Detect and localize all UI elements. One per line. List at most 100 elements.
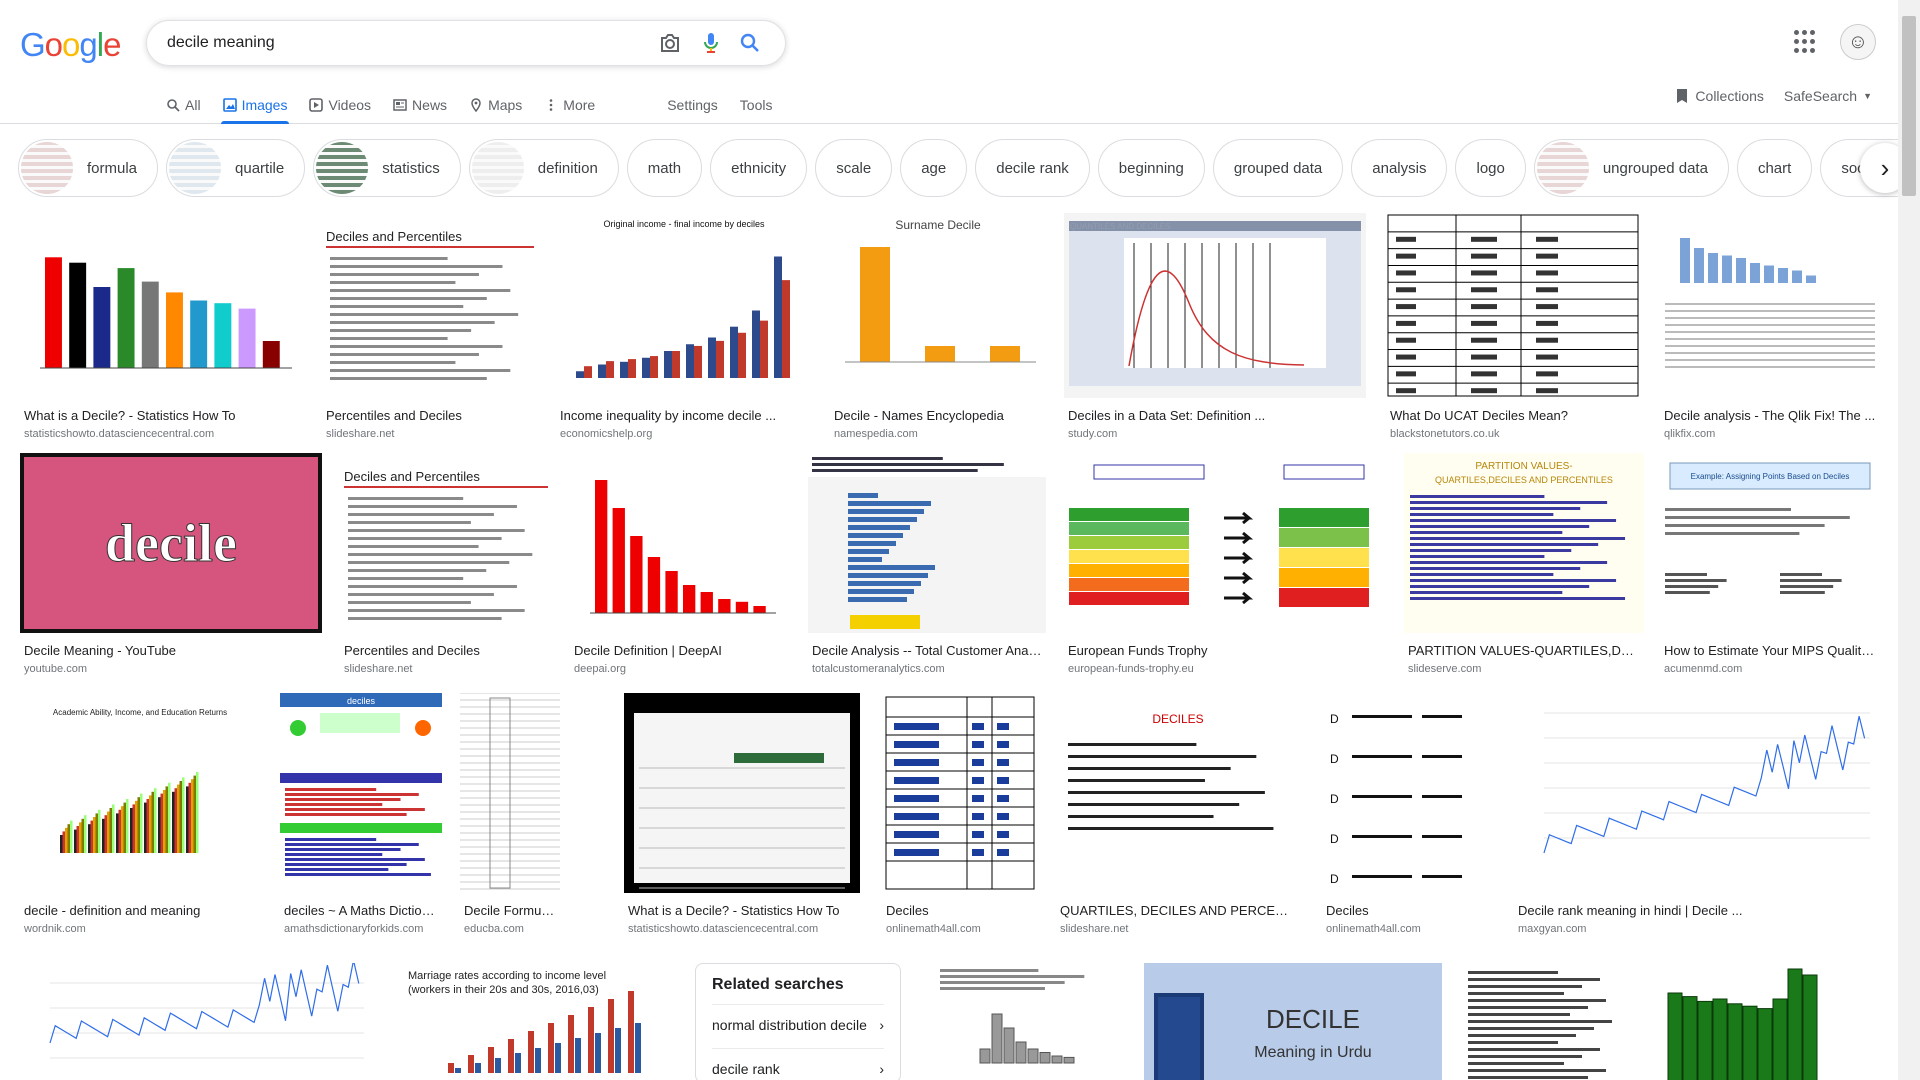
result-title[interactable]: Decile Definition | DeepAI xyxy=(574,643,782,658)
result-title[interactable]: How to Estimate Your MIPS Quality ... xyxy=(1664,643,1876,658)
image-result[interactable]: DECILE Meaning in Urdu xyxy=(1144,963,1442,1080)
tab-tools[interactable]: Tools xyxy=(740,86,773,124)
image-thumbnail[interactable] xyxy=(808,453,1046,633)
result-title[interactable]: Deciles xyxy=(886,903,1034,918)
image-thumbnail[interactable]: Deciles and Percentiles xyxy=(340,453,552,633)
image-result[interactable]: Academic Ability, Income, and Education … xyxy=(20,693,260,943)
result-title[interactable]: decile - definition and meaning xyxy=(24,903,256,918)
image-result[interactable] xyxy=(1648,963,1874,1080)
image-result[interactable]: What is a Decile? - Statistics How To sta… xyxy=(20,213,302,448)
image-thumbnail[interactable] xyxy=(1660,213,1880,398)
chip-grouped-data[interactable]: grouped data xyxy=(1212,139,1344,197)
image-thumbnail[interactable] xyxy=(20,963,374,1080)
image-result[interactable]: Decile Definition | DeepAI deepai.org xyxy=(570,453,786,683)
image-result[interactable]: Marriage rates according to income level… xyxy=(398,963,674,1080)
chip-scale[interactable]: scale xyxy=(815,139,893,197)
image-thumbnail[interactable]: Surname Decile xyxy=(830,213,1046,398)
result-title[interactable]: What is a Decile? - Statistics How To xyxy=(24,408,298,423)
image-thumbnail[interactable]: Original income - final income by decile… xyxy=(556,213,812,398)
collections-button[interactable]: Collections xyxy=(1675,88,1764,104)
result-title[interactable]: QUARTILES, DECILES AND PERCENT... xyxy=(1060,903,1296,918)
image-result[interactable]: PARTITION VALUES- QUARTILES,DECILES AND P… xyxy=(1404,453,1644,683)
image-thumbnail[interactable]: QUANTILES AND DECILES xyxy=(1064,213,1366,398)
result-title[interactable]: Decile Analysis -- Total Customer Analy.… xyxy=(812,643,1042,658)
image-result[interactable]: Example: Assigning Points Based on Decil… xyxy=(1660,453,1880,683)
chip-statistics[interactable]: statistics xyxy=(313,139,461,197)
chip-quartile[interactable]: quartile xyxy=(166,139,306,197)
image-thumbnail[interactable]: D D D D D xyxy=(1322,693,1494,893)
image-result[interactable]: QUANTILES AND DECILES Deciles in a Data S… xyxy=(1064,213,1366,448)
image-result[interactable]: Deciles and Percentiles Percentiles and D… xyxy=(340,453,552,683)
result-title[interactable]: PARTITION VALUES-QUARTILES,DE... xyxy=(1408,643,1640,658)
image-thumbnail[interactable]: deciles xyxy=(280,693,442,893)
related-search-item[interactable]: normal distribution decile › xyxy=(712,1004,884,1033)
result-title[interactable]: Decile rank meaning in hindi | Decile ..… xyxy=(1518,903,1876,918)
google-logo[interactable]: Google xyxy=(20,26,121,64)
scrollbar[interactable] xyxy=(1898,0,1920,1080)
image-result[interactable]: decile Decile Meaning - YouTube youtube.co… xyxy=(20,453,322,683)
chip-analysis[interactable]: analysis xyxy=(1351,139,1448,197)
image-thumbnail[interactable] xyxy=(460,693,560,893)
image-result[interactable]: What Do UCAT Deciles Mean? blackstonetuto… xyxy=(1386,213,1640,448)
image-result[interactable] xyxy=(20,963,374,1080)
image-thumbnail[interactable] xyxy=(1386,213,1640,398)
related-search-item[interactable]: decile rank › xyxy=(712,1048,884,1077)
image-result[interactable]: Decile analysis - The Qlik Fix! The ... q… xyxy=(1660,213,1880,448)
tab-images[interactable]: Images xyxy=(220,86,290,124)
chip-chart[interactable]: chart xyxy=(1736,139,1813,197)
chip-decile-rank[interactable]: decile rank xyxy=(975,139,1090,197)
search-box[interactable] xyxy=(146,20,786,66)
image-result[interactable]: Original income - final income by decile… xyxy=(556,213,812,448)
image-thumbnail[interactable] xyxy=(882,693,1038,893)
tab-settings[interactable]: Settings xyxy=(667,86,718,124)
chip-definition[interactable]: definition xyxy=(468,139,619,197)
image-thumbnail[interactable]: Deciles and Percentiles xyxy=(322,213,538,398)
chip-logo[interactable]: logo xyxy=(1455,139,1526,197)
image-thumbnail[interactable]: decile xyxy=(20,453,322,633)
image-thumbnail[interactable]: PARTITION VALUES- QUARTILES,DECILES AND P… xyxy=(1404,453,1644,633)
avatar[interactable]: ☺ xyxy=(1840,24,1876,60)
result-title[interactable]: Percentiles and Deciles xyxy=(326,408,534,423)
result-title[interactable]: deciles ~ A Maths Diction... xyxy=(284,903,438,918)
image-result[interactable] xyxy=(1460,963,1630,1080)
image-thumbnail[interactable]: DECILE Meaning in Urdu xyxy=(1144,963,1442,1080)
image-thumbnail[interactable] xyxy=(1514,693,1880,893)
result-title[interactable]: Percentiles and Deciles xyxy=(344,643,548,658)
image-thumbnail[interactable] xyxy=(624,693,860,893)
image-result[interactable]: deciles deciles ~ A Maths Diction... amath… xyxy=(280,693,442,943)
chip-age[interactable]: age xyxy=(900,139,968,197)
image-result[interactable]: Deciles and Percentiles Percentiles and D… xyxy=(322,213,538,448)
image-result[interactable]: Surname Decile Decile - Names Encyclopedi… xyxy=(830,213,1046,448)
image-result[interactable]: DECILES QUARTILES, DECILES AND PERCENT...… xyxy=(1056,693,1300,943)
image-result[interactable]: D D D D D Deciles onlinemath4all.com xyxy=(1322,693,1494,943)
image-result[interactable]: Deciles onlinemath4all.com xyxy=(882,693,1038,943)
apps-grid-icon[interactable] xyxy=(1794,30,1818,54)
chip-ethnicity[interactable]: ethnicity xyxy=(710,139,808,197)
tab-maps[interactable]: Maps xyxy=(469,86,522,124)
tab-all[interactable]: All xyxy=(166,86,201,124)
image-thumbnail[interactable]: DECILES xyxy=(1056,693,1300,893)
result-title[interactable]: Decile - Names Encyclopedia xyxy=(834,408,1042,423)
image-thumbnail[interactable] xyxy=(1648,963,1874,1080)
image-result[interactable] xyxy=(920,963,1124,1080)
tab-more[interactable]: More xyxy=(544,86,595,124)
result-title[interactable]: Income inequality by income decile ... xyxy=(560,408,808,423)
image-thumbnail[interactable]: Marriage rates according to income level… xyxy=(398,963,674,1080)
result-title[interactable]: Deciles xyxy=(1326,903,1490,918)
safesearch-button[interactable]: SafeSearch ▼ xyxy=(1784,88,1872,104)
search-input[interactable] xyxy=(167,21,647,65)
result-title[interactable]: Deciles in a Data Set: Definition ... xyxy=(1068,408,1362,423)
result-title[interactable]: What Do UCAT Deciles Mean? xyxy=(1390,408,1636,423)
result-title[interactable]: Decile analysis - The Qlik Fix! The ... xyxy=(1664,408,1876,423)
image-thumbnail[interactable] xyxy=(1064,453,1384,633)
image-thumbnail[interactable] xyxy=(1460,963,1630,1080)
image-thumbnail[interactable] xyxy=(920,963,1124,1080)
result-title[interactable]: Decile Formula | Calc... xyxy=(464,903,556,918)
camera-icon[interactable] xyxy=(655,28,685,58)
image-result[interactable]: Decile rank meaning in hindi | Decile ..… xyxy=(1514,693,1880,943)
image-thumbnail[interactable] xyxy=(570,453,786,633)
result-title[interactable]: What is a Decile? - Statistics How To xyxy=(628,903,856,918)
tab-news[interactable]: News xyxy=(393,86,447,124)
image-thumbnail[interactable]: Example: Assigning Points Based on Decil… xyxy=(1660,453,1880,633)
chip-math[interactable]: math xyxy=(626,139,703,197)
